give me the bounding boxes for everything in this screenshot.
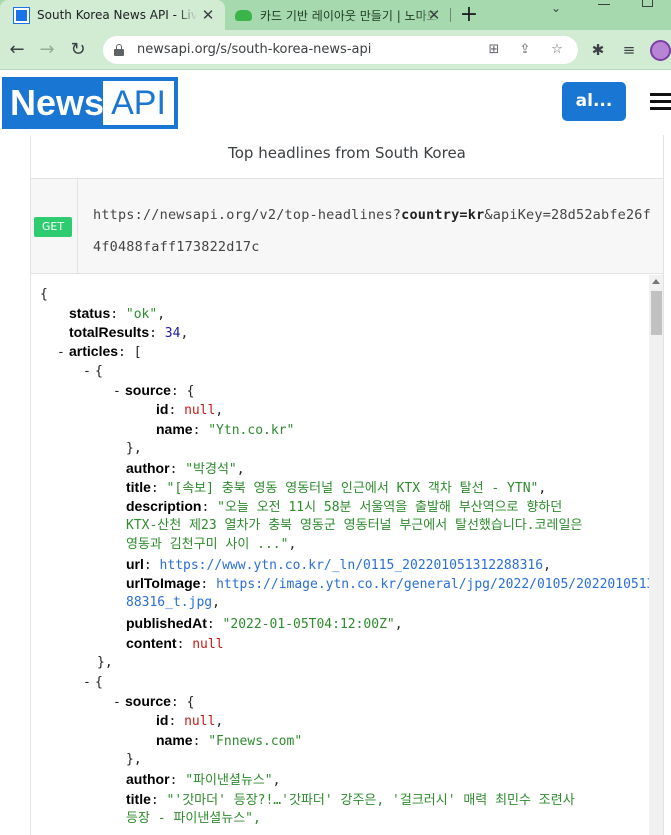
tab-newsapi[interactable]: South Korea News API - Live ✕ xyxy=(0,0,225,30)
json-open-brace: { xyxy=(40,287,48,302)
cloud-favicon-icon xyxy=(235,9,252,21)
json-line-url: url: https://www.ytn.co.kr/_ln/0115_2022… xyxy=(126,556,551,573)
json-description-continued: KTX-산천 제23 열차가 충북 영동군 영동터널 부근에서 탈선했습니다.코… xyxy=(126,518,583,533)
json-line-published-at: publishedAt: "2022-01-05T04:12:00Z", xyxy=(126,615,403,632)
request-divider xyxy=(77,179,78,273)
site-header: News API al... xyxy=(0,71,671,135)
newsapi-favicon-icon xyxy=(13,6,30,24)
article-url-link[interactable]: https://www.ytn.co.kr/_ln/0115_202201051… xyxy=(160,558,544,573)
collapse-toggle-icon[interactable]: - xyxy=(57,343,69,362)
json-line-source[interactable]: - source: { xyxy=(113,381,194,401)
example-request-panel: Top headlines from South Korea GET https… xyxy=(30,135,664,835)
reload-button[interactable]: ↻ xyxy=(65,37,91,63)
tab-card-layout[interactable]: 카드 기반 레이아웃 만들기 | 노마드 ✕ xyxy=(229,0,445,30)
forward-button[interactable]: → xyxy=(34,37,60,63)
http-method-badge: GET xyxy=(34,217,72,237)
json-source-close: }, xyxy=(126,752,142,767)
share-icon[interactable]: ⇪ xyxy=(516,41,534,59)
json-line-source-name: name: "Fnnews.com" xyxy=(156,732,303,749)
json-line-status: status: "ok", xyxy=(69,305,166,322)
logo-news-text: News xyxy=(10,82,105,123)
tab-close-icon[interactable]: ✕ xyxy=(199,6,217,24)
image-url-link[interactable]: https://image.ytn.co.kr/general/jpg/2022… xyxy=(216,577,663,592)
extensions-puzzle-icon[interactable]: ✱ xyxy=(587,39,609,61)
logo-api-text: API xyxy=(103,81,174,125)
json-line-title: title: "[속보] 충북 영동 영동터널 인근에서 KTX 객차 탈선 -… xyxy=(126,479,547,496)
json-line-source-name: name: "Ytn.co.kr" xyxy=(156,421,295,438)
json-source-close: }, xyxy=(126,441,142,456)
json-article-0-close: }, xyxy=(97,655,113,670)
request-url-prefix: https://newsapi.org/v2/top-headlines? xyxy=(93,207,402,223)
json-description-end: 영동과 김천구미 사이 ...", xyxy=(126,537,297,552)
json-article-0-open[interactable]: -{ xyxy=(83,362,103,381)
account-button[interactable]: al... xyxy=(562,82,626,121)
request-url[interactable]: https://newsapi.org/v2/top-headlines?cou… xyxy=(93,199,659,263)
json-line-description: description: "오늘 오전 11시 58분 서울역을 출발해 부산역… xyxy=(126,498,563,515)
newsapi-logo[interactable]: News API xyxy=(2,77,178,129)
json-line-author: author: "박경석", xyxy=(126,460,245,477)
maximize-window-icon[interactable] xyxy=(642,0,653,7)
collapse-toggle-icon[interactable]: - xyxy=(113,693,125,712)
lock-icon[interactable] xyxy=(114,44,124,56)
json-line-content: content: null xyxy=(126,635,224,652)
json-line-source-id: id: null, xyxy=(156,712,224,729)
json-response: { status: "ok", totalResults: 34, - artic… xyxy=(31,275,663,835)
json-title-continued: 등장 - 파이낸셜뉴스", xyxy=(126,811,261,826)
json-line-title: title: "'갓마더' 등장?!…'갓파더' 강주은, '걸크러시' 매력 … xyxy=(126,791,575,808)
back-button[interactable]: ← xyxy=(4,37,30,63)
json-line-source-id: id: null, xyxy=(156,401,224,418)
translate-icon[interactable]: ⊞ xyxy=(485,41,503,59)
request-row: GET https://newsapi.org/v2/top-headlines… xyxy=(31,179,663,274)
minimize-window-icon[interactable] xyxy=(598,4,610,5)
tab-divider xyxy=(450,8,451,22)
tab-title: 카드 기반 레이아웃 만들기 | 노마드 xyxy=(260,8,438,23)
request-url-param: country=kr xyxy=(401,207,485,223)
json-url-to-image-end: 88316_t.jpg, xyxy=(126,595,220,610)
tab-close-icon[interactable]: ✕ xyxy=(425,6,443,24)
tab-search-chevron-icon[interactable]: ⌄ xyxy=(551,1,561,15)
json-line-source[interactable]: - source: { xyxy=(113,692,194,712)
json-article-1-open[interactable]: -{ xyxy=(83,673,103,692)
json-line-author: author: "파이낸셜뉴스", xyxy=(126,771,281,788)
browser-toolbar: ← → ↻ newsapi.org/s/south-korea-news-api… xyxy=(0,30,671,70)
address-bar[interactable]: newsapi.org/s/south-korea-news-api ⊞ ⇪ ☆ xyxy=(103,36,578,64)
tab-title: South Korea News API - Live xyxy=(37,8,197,22)
url-text[interactable]: newsapi.org/s/south-korea-news-api xyxy=(137,42,371,57)
scroll-up-arrow-icon[interactable] xyxy=(652,279,660,284)
collapse-toggle-icon[interactable]: - xyxy=(83,362,95,381)
collapse-toggle-icon[interactable]: - xyxy=(113,382,125,401)
json-scrollbar[interactable] xyxy=(649,275,663,835)
media-playlist-icon[interactable]: ≡ xyxy=(618,39,640,61)
collapse-toggle-icon[interactable]: - xyxy=(83,673,95,692)
bookmark-star-icon[interactable]: ☆ xyxy=(548,41,566,59)
scrollbar-thumb[interactable] xyxy=(651,291,662,335)
new-tab-button[interactable]: + xyxy=(458,3,480,27)
json-line-total-results: totalResults: 34, xyxy=(69,324,189,341)
browser-tab-strip: South Korea News API - Live ✕ 카드 기반 레이아웃… xyxy=(0,0,671,30)
hamburger-menu-icon[interactable] xyxy=(650,93,671,111)
json-line-articles[interactable]: - articles: [ xyxy=(57,342,142,362)
panel-title: Top headlines from South Korea xyxy=(31,135,663,179)
json-line-url-to-image: urlToImage: https://image.ytn.co.kr/gene… xyxy=(126,574,663,594)
profile-avatar[interactable] xyxy=(650,40,671,61)
